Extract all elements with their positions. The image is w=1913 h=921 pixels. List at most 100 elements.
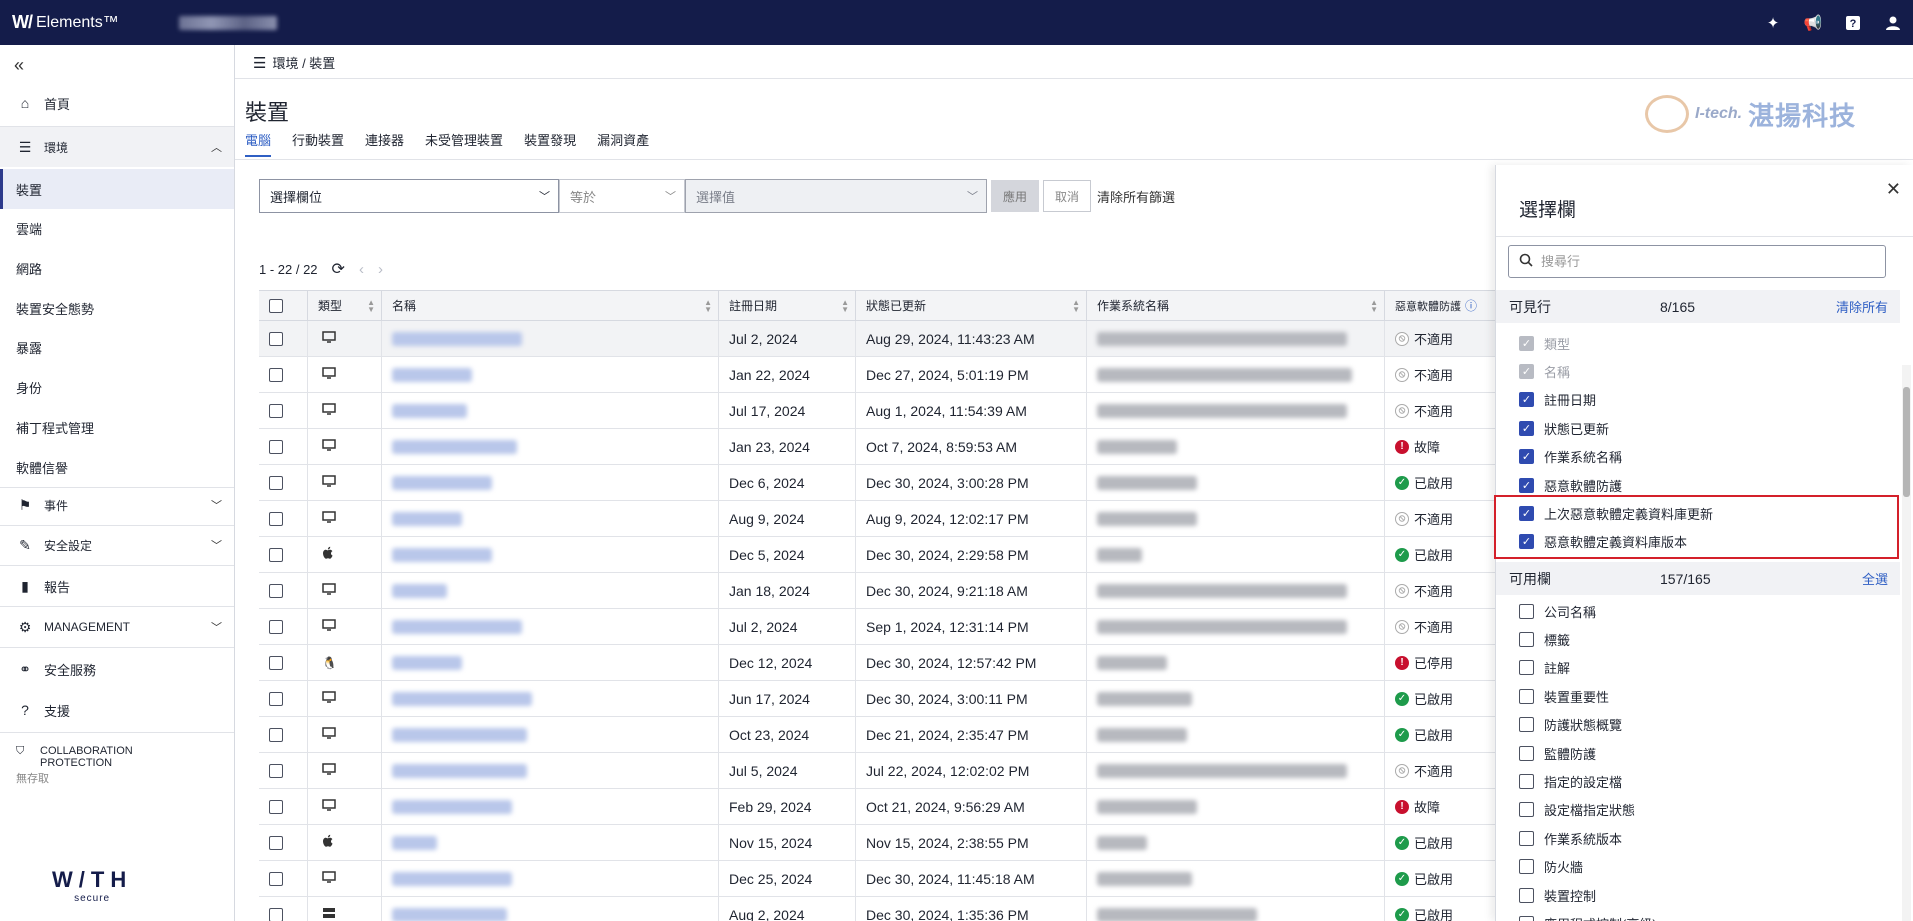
- row-checkbox[interactable]: [269, 439, 283, 454]
- available-column-option[interactable]: 監體防護: [1519, 742, 1596, 764]
- device-name-redacted[interactable]: [392, 619, 522, 634]
- visible-column-option[interactable]: ✓ 註冊日期: [1519, 389, 1596, 411]
- column-header-os-name[interactable]: 作業系統名稱 ▲ ▼: [1087, 291, 1385, 320]
- available-column-option[interactable]: 防護狀態概覽: [1519, 714, 1622, 736]
- column-checkbox[interactable]: [1519, 859, 1534, 875]
- help-icon[interactable]: ?: [1843, 13, 1863, 33]
- tab-connectors[interactable]: 連接器: [365, 130, 404, 157]
- column-search-input[interactable]: [1541, 254, 1871, 269]
- column-checkbox[interactable]: ✓: [1519, 449, 1534, 465]
- column-checkbox[interactable]: [1519, 802, 1534, 818]
- column-header-type[interactable]: 類型 ▲ ▼: [308, 291, 382, 320]
- device-name-redacted[interactable]: [392, 331, 522, 346]
- device-name-redacted[interactable]: [392, 367, 472, 382]
- row-checkbox[interactable]: [269, 511, 283, 526]
- device-name-cell[interactable]: [382, 537, 719, 572]
- device-name-cell[interactable]: [382, 429, 719, 464]
- row-checkbox[interactable]: [269, 799, 283, 814]
- device-name-cell[interactable]: [382, 645, 719, 680]
- available-column-option[interactable]: 作業系統版本: [1519, 827, 1622, 849]
- column-checkbox[interactable]: [1519, 688, 1534, 704]
- device-name-cell[interactable]: [382, 825, 719, 860]
- column-checkbox[interactable]: [1519, 717, 1534, 733]
- next-page-icon[interactable]: ›: [378, 261, 383, 278]
- table-row[interactable]: Jan 23, 2024 Oct 7, 2024, 8:59:53 AM! 故障: [259, 429, 1525, 465]
- row-checkbox[interactable]: [269, 763, 283, 778]
- available-column-option[interactable]: 註解: [1519, 657, 1570, 679]
- column-checkbox[interactable]: [1519, 603, 1534, 619]
- tab-vulnerable-assets[interactable]: 漏洞資產: [597, 130, 649, 157]
- table-row[interactable]: Jan 22, 2024 Dec 27, 2024, 5:01:19 PM ⦸ 不適用: [259, 357, 1525, 393]
- device-name-redacted[interactable]: [392, 403, 467, 418]
- row-checkbox[interactable]: [269, 691, 283, 706]
- previous-page-icon[interactable]: ‹: [359, 261, 364, 278]
- device-name-cell[interactable]: [382, 717, 719, 752]
- column-checkbox[interactable]: ✓: [1519, 420, 1534, 436]
- available-column-option[interactable]: 公司名稱: [1519, 600, 1596, 622]
- sidebar-item-device-posture[interactable]: 裝置安全態勢: [0, 288, 234, 328]
- user-icon[interactable]: [1883, 13, 1903, 33]
- row-checkbox[interactable]: [269, 403, 283, 418]
- device-name-redacted[interactable]: [392, 655, 462, 670]
- device-name-redacted[interactable]: [392, 763, 527, 778]
- device-name-redacted[interactable]: [392, 691, 532, 706]
- sparkle-icon[interactable]: ✦: [1763, 13, 1783, 33]
- tab-device-discovery[interactable]: 裝置發現: [524, 130, 576, 157]
- column-header-registration-date[interactable]: 註冊日期 ▲ ▼: [719, 291, 856, 320]
- available-column-option[interactable]: 應用程式控制(高級): [1519, 912, 1657, 921]
- table-row[interactable]: Dec 6, 2024 Dec 30, 2024, 3:00:28 PM ✓ 已啟用: [259, 465, 1525, 501]
- apply-button[interactable]: 應用: [991, 180, 1040, 212]
- column-checkbox[interactable]: [1519, 887, 1534, 903]
- sidebar-item-patch-management[interactable]: 補丁程式管理: [0, 407, 234, 447]
- device-name-redacted[interactable]: [392, 475, 492, 490]
- device-name-redacted[interactable]: [392, 583, 447, 598]
- device-name-redacted[interactable]: [392, 907, 507, 921]
- column-header-name[interactable]: 名稱 ▲ ▼: [382, 291, 719, 320]
- sidebar-item-security-services[interactable]: ⚭ 安全服務: [0, 651, 234, 687]
- device-name-cell[interactable]: [382, 501, 719, 536]
- table-row[interactable]: Aug 2, 2024 Dec 30, 2024, 1:35:36 PM ✓ 已啟用: [259, 897, 1525, 921]
- table-row[interactable]: Aug 9, 2024 Aug 9, 2024, 12:02:17 PM ⦸ 不適用: [259, 501, 1525, 537]
- tab-unmanaged-devices[interactable]: 未受管理裝置: [425, 130, 503, 157]
- device-name-cell[interactable]: [382, 681, 719, 716]
- table-row[interactable]: 🐧 Dec 12, 2024 Dec 30, 2024, 12:57:42 PM! 已…: [259, 645, 1525, 681]
- table-row[interactable]: Jun 17, 2024 Dec 30, 2024, 3:00:11 PM ✓ 已啟用: [259, 681, 1525, 717]
- available-column-option[interactable]: 裝置控制: [1519, 884, 1596, 906]
- device-name-cell[interactable]: [382, 861, 719, 896]
- device-name-cell[interactable]: [382, 465, 719, 500]
- device-name-cell[interactable]: [382, 321, 719, 356]
- device-name-cell[interactable]: [382, 609, 719, 644]
- column-checkbox[interactable]: [1519, 660, 1534, 676]
- column-checkbox[interactable]: [1519, 773, 1534, 789]
- available-column-option[interactable]: 防火牆: [1519, 856, 1583, 878]
- sidebar-item-exposure[interactable]: 暴露: [0, 327, 234, 367]
- brand-logo[interactable]: W/ Elements™: [12, 12, 119, 33]
- sidebar-item-reports[interactable]: ▮ 報告: [0, 568, 234, 604]
- column-checkbox[interactable]: [1519, 915, 1534, 921]
- tab-mobile-devices[interactable]: 行動裝置: [292, 130, 344, 157]
- row-checkbox[interactable]: [269, 871, 283, 886]
- sidebar-item-management[interactable]: ⚙ MANAGEMENT ﹀: [0, 609, 234, 645]
- visible-column-option[interactable]: ✓ 惡意軟體防護: [1519, 474, 1622, 496]
- row-checkbox[interactable]: [269, 907, 283, 921]
- info-icon[interactable]: ⓘ: [1465, 297, 1477, 314]
- available-column-option[interactable]: 設定檔指定狀態: [1519, 799, 1635, 821]
- table-row[interactable]: Jan 18, 2024 Dec 30, 2024, 9:21:18 AM ⦸ 不適用: [259, 573, 1525, 609]
- table-row[interactable]: Jul 2, 2024 Sep 1, 2024, 12:31:14 PM ⦸ 不適用: [259, 609, 1525, 645]
- sidebar-item-collaboration-protection[interactable]: ⛉ COLLABORATION PROTECTION 無存取: [16, 745, 133, 785]
- sidebar-item-home[interactable]: ⌂ 首頁: [0, 85, 234, 121]
- sidebar-item-events[interactable]: ⚑ 事件 ﹀: [0, 487, 234, 523]
- available-column-option[interactable]: 指定的設定檔: [1519, 770, 1622, 792]
- clear-all-filters-link[interactable]: 清除所有篩選: [1097, 187, 1175, 206]
- panel-scrollbar[interactable]: [1902, 365, 1911, 921]
- select-all-checkbox[interactable]: [269, 298, 283, 313]
- visible-column-option[interactable]: ✓ 狀態已更新: [1519, 417, 1609, 439]
- row-checkbox[interactable]: [269, 655, 283, 670]
- device-name-redacted[interactable]: [392, 727, 527, 742]
- device-name-redacted[interactable]: [392, 547, 492, 562]
- table-row[interactable]: Dec 25, 2024 Dec 30, 2024, 11:45:18 AM ✓ 已啟…: [259, 861, 1525, 897]
- table-row[interactable]: Feb 29, 2024 Oct 21, 2024, 9:56:29 AM! 故障: [259, 789, 1525, 825]
- cancel-button[interactable]: 取消: [1043, 180, 1092, 212]
- device-name-redacted[interactable]: [392, 439, 517, 454]
- available-column-option[interactable]: 標籤: [1519, 628, 1570, 650]
